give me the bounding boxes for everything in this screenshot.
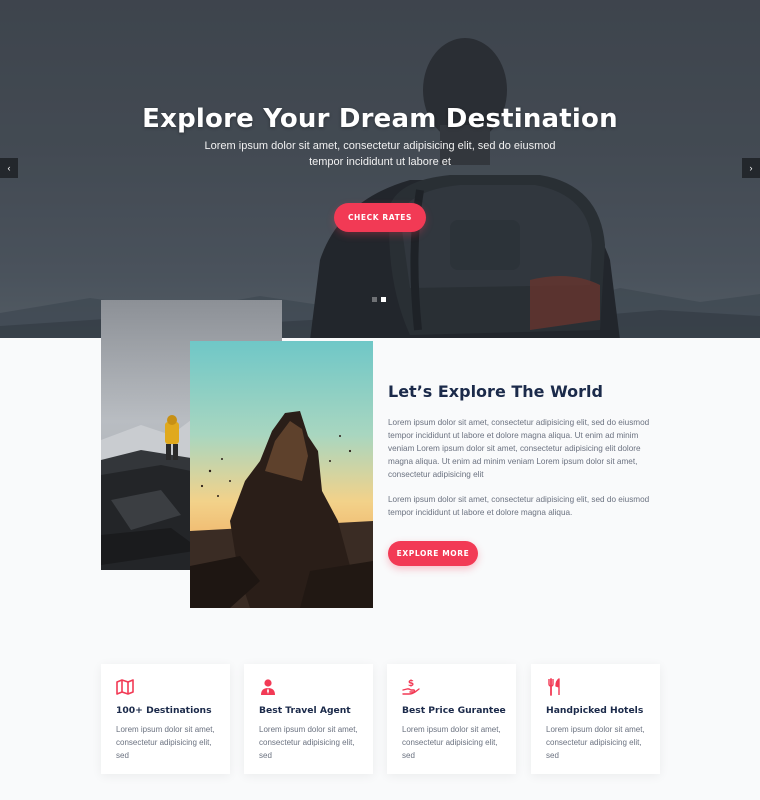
about-title: Let’s Explore The World	[388, 382, 603, 401]
explore-more-button[interactable]: EXPLORE MORE	[388, 541, 478, 566]
feature-card-price: $ Best Price Gurantee Lorem ipsum dolor …	[387, 664, 516, 774]
feature-card-hotels: Handpicked Hotels Lorem ipsum dolor sit …	[531, 664, 660, 774]
money-hand-icon: $	[402, 679, 420, 695]
feature-title: Best Price Gurantee	[402, 705, 506, 716]
chevron-left-icon: ‹	[7, 163, 11, 173]
feature-card-destinations: 100+ Destinations Lorem ipsum dolor sit …	[101, 664, 230, 774]
agent-icon	[261, 679, 275, 695]
chevron-right-icon: ›	[749, 163, 753, 173]
hero-title: Explore Your Dream Destination	[142, 104, 618, 134]
feature-card-agent: Best Travel Agent Lorem ipsum dolor sit …	[244, 664, 373, 774]
slider-dot[interactable]	[372, 297, 377, 302]
feature-text: Lorem ipsum dolor sit amet, consectetur …	[546, 725, 645, 760]
feature-title: Best Travel Agent	[259, 705, 351, 716]
check-rates-button[interactable]: CHECK RATES	[334, 203, 426, 232]
slider-dot-active[interactable]	[381, 297, 386, 302]
slider-prev-button[interactable]: ‹	[0, 158, 18, 178]
map-icon	[116, 679, 134, 695]
feature-text: Lorem ipsum dolor sit amet, consectetur …	[402, 725, 501, 760]
slider-dots	[372, 297, 386, 302]
feature-title: Handpicked Hotels	[546, 705, 644, 716]
hero-slider: Explore Your Dream Destination Lorem ips…	[0, 0, 760, 338]
svg-text:$: $	[408, 679, 414, 689]
sunset-rock-image	[190, 341, 373, 608]
feature-text: Lorem ipsum dolor sit amet, consectetur …	[259, 725, 358, 760]
utensils-icon	[548, 678, 560, 696]
feature-text: Lorem ipsum dolor sit amet, consectetur …	[116, 725, 215, 760]
feature-title: 100+ Destinations	[116, 705, 212, 716]
slider-next-button[interactable]: ›	[742, 158, 760, 178]
about-paragraph-2: Lorem ipsum dolor sit amet, consectetur …	[388, 495, 650, 517]
about-paragraph-1: Lorem ipsum dolor sit amet, consectetur …	[388, 418, 650, 479]
hero-subtitle: Lorem ipsum dolor sit amet, consectetur …	[204, 140, 556, 168]
